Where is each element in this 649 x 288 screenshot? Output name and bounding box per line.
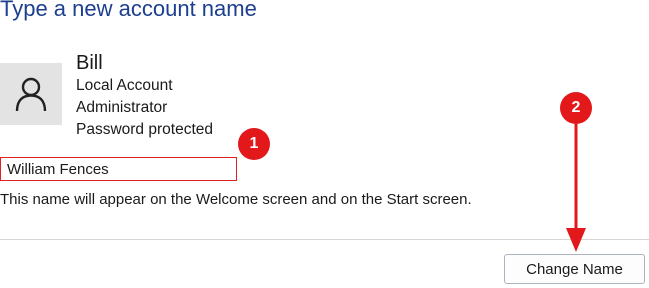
account-name: Bill [76,52,103,74]
name-usage-note: This name will appear on the Welcome scr… [0,191,472,208]
account-role: Administrator [76,99,168,116]
step-1-badge: 1 [238,128,270,160]
arrow-down-icon [566,112,586,252]
account-type: Local Account [76,77,173,94]
new-account-name-input[interactable] [0,157,237,181]
person-icon [15,77,47,112]
page-title: Type a new account name [0,0,257,21]
divider [0,239,649,240]
account-avatar [0,63,62,125]
change-name-button[interactable]: Change Name [504,254,645,284]
account-security: Password protected [76,121,213,138]
